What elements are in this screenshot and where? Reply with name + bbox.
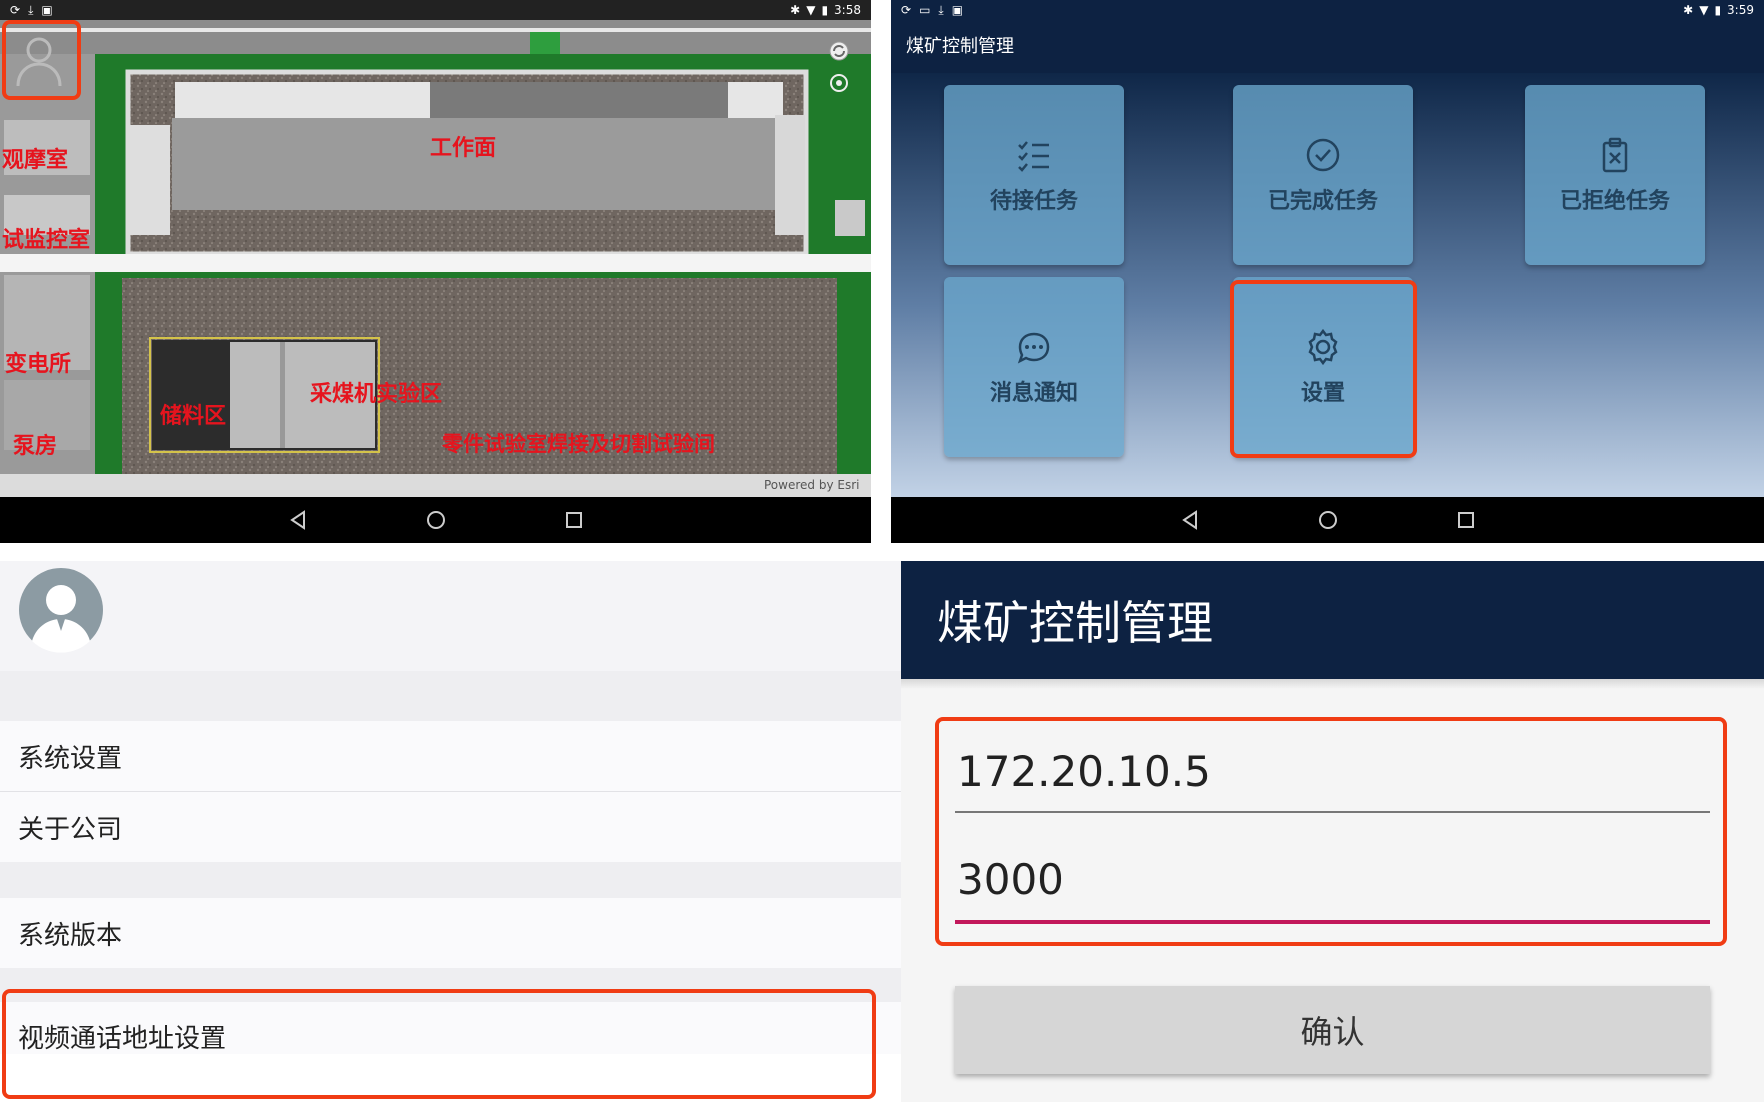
- highlight-video-call-item: [2, 989, 876, 1099]
- esri-attribution: Powered by Esri: [764, 478, 860, 492]
- avatar-icon[interactable]: [18, 567, 104, 653]
- list-check-icon: [1018, 141, 1049, 172]
- map-label-parts-test-room[interactable]: 零件试验室焊接及切割试验间: [442, 428, 715, 458]
- highlight-address-fields: [935, 717, 1727, 946]
- map-label-storage-area[interactable]: 储料区: [160, 398, 226, 430]
- back-icon[interactable]: [284, 506, 312, 534]
- tile-label: 已拒绝任务: [1559, 189, 1670, 214]
- status-time: 3:59: [1727, 3, 1754, 17]
- settings-item-system-settings[interactable]: 系统设置: [0, 721, 903, 791]
- site-map[interactable]: 观摩室 试监控室 变电所 泵房 工作面 储料区 采煤机实验区 零件试验室焊接及切…: [0, 20, 871, 497]
- settings-item-label: 关于公司: [18, 814, 123, 845]
- wifi-icon: ▼: [806, 3, 816, 17]
- map-label-pump-room[interactable]: 泵房: [13, 428, 57, 460]
- divider: [0, 671, 903, 721]
- page-title: 煤矿控制管理: [937, 596, 1213, 650]
- map-label-shearer-test-area[interactable]: 采煤机实验区: [310, 376, 442, 408]
- tile-pending-tasks[interactable]: 待接任务: [944, 85, 1124, 265]
- divider: [0, 862, 903, 898]
- app-title: 煤矿控制管理: [906, 36, 1014, 57]
- recents-icon[interactable]: [1452, 506, 1480, 534]
- status-bar: ⟳ ▭ ⤓ ▣ ✱ ▼ ▮ 3:59: [891, 0, 1764, 20]
- map-drawing: [0, 20, 871, 497]
- download-icon: ⤓: [28, 2, 34, 17]
- bluetooth-icon: ✱: [1683, 3, 1694, 17]
- back-icon[interactable]: [1176, 506, 1204, 534]
- highlight-user-icon: [2, 20, 81, 100]
- map-label-observation-room[interactable]: 观摩室: [2, 142, 68, 174]
- lock-icon: ▣: [41, 2, 53, 17]
- confirm-button[interactable]: 确认: [955, 986, 1710, 1074]
- tile-completed-tasks[interactable]: 已完成任务: [1233, 85, 1413, 265]
- header-shadow: [901, 679, 1764, 689]
- nav-bar: [891, 497, 1764, 543]
- profile-header: [0, 561, 903, 671]
- check-circle-icon: [1306, 138, 1340, 172]
- tile-label: 已完成任务: [1267, 189, 1378, 214]
- status-bar: ⟳ ⤓ ▣ ✱ ▼ ▮ 3:58: [0, 0, 871, 20]
- map-label-work-face[interactable]: 工作面: [430, 130, 496, 162]
- tile-label: 待接任务: [989, 189, 1078, 214]
- lock-icon: ▣: [951, 2, 964, 17]
- address-settings-screen: 煤矿控制管理 确认: [901, 561, 1764, 1102]
- settings-item-about-company[interactable]: 关于公司: [0, 792, 903, 862]
- battery-icon: ▮: [1714, 3, 1722, 17]
- sync-icon: ⟳: [901, 2, 912, 17]
- settings-item-label: 系统版本: [18, 920, 123, 951]
- map-label-substation[interactable]: 变电所: [5, 346, 71, 378]
- refresh-icon[interactable]: [828, 40, 850, 62]
- home-icon[interactable]: [422, 506, 450, 534]
- tile-label: 消息通知: [989, 381, 1078, 406]
- settings-item-label: 系统设置: [18, 743, 123, 774]
- map-label-test-control-room[interactable]: 试监控室: [2, 222, 90, 254]
- settings-screen: 系统设置 关于公司 系统版本 视频通话地址设置: [0, 561, 903, 1102]
- nav-bar: [0, 497, 871, 543]
- sync-icon: ⟳: [10, 2, 21, 17]
- status-time: 3:58: [834, 3, 861, 17]
- battery-icon: ▮: [821, 3, 829, 17]
- home-screen: ⟳ ▭ ⤓ ▣ ✱ ▼ ▮ 3:59 煤矿控制管理 待接任务 已完成任务 已拒绝…: [891, 0, 1764, 543]
- tile-rejected-tasks[interactable]: 已拒绝任务: [1525, 85, 1705, 265]
- wifi-icon: ▼: [1699, 3, 1709, 17]
- highlight-settings-tile: [1230, 280, 1417, 458]
- home-icon[interactable]: [1314, 506, 1342, 534]
- chat-bubble-icon: [1017, 332, 1050, 364]
- recents-icon[interactable]: [560, 506, 588, 534]
- page-header: 煤矿控制管理: [901, 561, 1764, 679]
- map-screen: ⟳ ⤓ ▣ ✱ ▼ ▮ 3:58 观摩室 试监控室 变电所 泵房 工作面 储料区…: [0, 0, 871, 543]
- bluetooth-icon: ✱: [790, 3, 801, 17]
- download-icon: ⤓: [938, 2, 944, 17]
- settings-item-system-version[interactable]: 系统版本: [0, 898, 903, 968]
- clipboard-x-icon: [1602, 137, 1628, 173]
- tile-notifications[interactable]: 消息通知: [944, 277, 1124, 457]
- locate-icon[interactable]: [828, 72, 850, 94]
- image-icon: ▭: [919, 2, 931, 17]
